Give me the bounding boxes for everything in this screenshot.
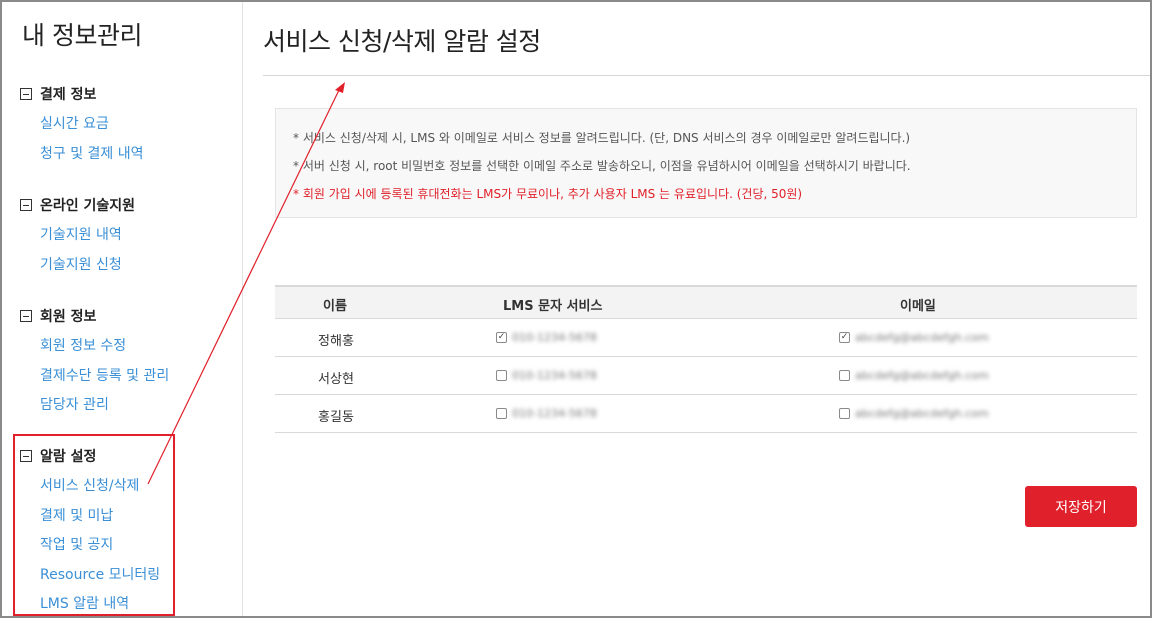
email-address: abcdefg@abcdefgh.com [855,407,989,420]
table-row: 서상현 010-1234-5678 abcdefg@abcdefgh.com [275,357,1137,395]
lms-phone-number: 010-1234-5678 [512,331,597,344]
sidebar-item-support-history[interactable]: 기술지원 내역 [40,224,122,244]
sidebar-group-label: 회원 정보 [40,309,97,325]
sidebar-item-support-request[interactable]: 기술지원 신청 [40,254,122,274]
table-row: 정해홍 ✓ 010-1234-5678 ✓ abcdefg@abcdefgh.c… [275,319,1137,357]
lms-checkbox[interactable] [496,370,507,381]
sidebar-group-member[interactable]: 회원 정보 [20,306,96,326]
row-name: 서상현 [318,372,354,387]
lms-phone-number: 010-1234-5678 [512,369,597,382]
column-header-name: 이름 [323,299,347,314]
email-checkbox[interactable] [839,370,850,381]
email-checkbox[interactable]: ✓ [839,332,850,343]
sidebar: 내 정보관리 결제 정보 실시간 요금 청구 및 결제 내역 온라인 기술지원 … [2,2,243,616]
sidebar-item-payment-methods[interactable]: 결제수단 등록 및 관리 [40,365,169,385]
sidebar-group-billing[interactable]: 결제 정보 [20,84,96,104]
sidebar-group-label: 결제 정보 [40,87,97,103]
alarm-table: 이름 LMS 문자 서비스 이메일 정해홍 ✓ 010-1234-5678 ✓ … [275,285,1137,433]
divider [263,75,1150,76]
save-button[interactable]: 저장하기 [1025,486,1137,527]
notice-line-warning: * 회원 가입 시에 등록된 휴대전화는 LMS가 무료이나, 추가 사용자 L… [293,187,803,201]
lms-checkbox[interactable]: ✓ [496,332,507,343]
collapse-icon[interactable] [20,310,32,322]
sidebar-item-edit-member[interactable]: 회원 정보 수정 [40,335,126,355]
table-row: 홍길동 010-1234-5678 abcdefg@abcdefgh.com [275,395,1137,433]
sidebar-item-billing-history[interactable]: 청구 및 결제 내역 [40,143,144,163]
app-window: 내 정보관리 결제 정보 실시간 요금 청구 및 결제 내역 온라인 기술지원 … [0,0,1152,618]
collapse-icon[interactable] [20,199,32,211]
sidebar-group-support[interactable]: 온라인 기술지원 [20,195,135,215]
sidebar-group-label: 온라인 기술지원 [40,198,136,214]
notice-line: * 서비스 신청/삭제 시, LMS 와 이메일로 서비스 정보를 알려드립니다… [293,131,911,145]
page-title: 서비스 신청/삭제 알람 설정 [263,27,541,56]
row-name: 정해홍 [318,334,354,349]
sidebar-item-realtime-fee[interactable]: 실시간 요금 [40,113,109,133]
column-header-email: 이메일 [900,299,936,314]
email-checkbox[interactable] [839,408,850,419]
email-address: abcdefg@abcdefgh.com [855,331,989,344]
column-header-lms: LMS 문자 서비스 [503,299,603,314]
lms-checkbox[interactable] [496,408,507,419]
collapse-icon[interactable] [20,88,32,100]
lms-phone-number: 010-1234-5678 [512,407,597,420]
row-name: 홍길동 [318,410,354,425]
email-address: abcdefg@abcdefgh.com [855,369,989,382]
sidebar-title: 내 정보관리 [22,21,142,50]
sidebar-item-manager[interactable]: 담당자 관리 [40,394,109,414]
annotation-highlight-box [13,434,175,616]
notice-box: * 서비스 신청/삭제 시, LMS 와 이메일로 서비스 정보를 알려드립니다… [275,108,1137,218]
notice-line: * 서버 신청 시, root 비밀번호 정보를 선택한 이메일 주소로 발송하… [293,159,911,173]
table-header: 이름 LMS 문자 서비스 이메일 [275,285,1137,319]
